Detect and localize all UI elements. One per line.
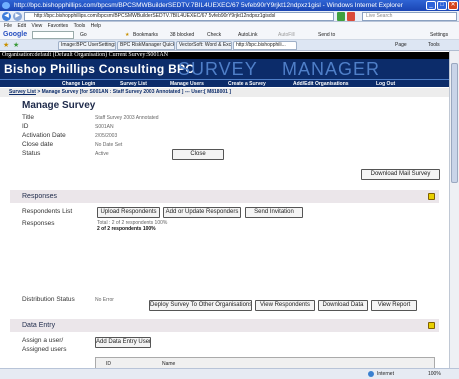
minimize-button[interactable]: _ xyxy=(426,1,436,10)
close-survey-button[interactable]: Close xyxy=(172,149,224,160)
field-label-title: Title xyxy=(22,114,35,121)
nav-log-out[interactable]: Log Out xyxy=(376,80,395,88)
logo-survey: SURVEY xyxy=(178,59,258,79)
tab-vectorsoft[interactable]: VectorSoft: Word & Excel... xyxy=(176,41,232,50)
tab-bpc-current[interactable]: http://bpc.bishopphili... xyxy=(233,41,297,50)
security-zone: Internet xyxy=(377,371,394,377)
field-value-activation: 2/05/2003 xyxy=(95,133,118,139)
nav-survey-list[interactable]: Survey List xyxy=(120,80,147,88)
send-to-button[interactable]: Send to xyxy=(318,30,335,39)
tools-menu[interactable]: Tools xyxy=(428,40,440,50)
download-data-button[interactable]: Download Data xyxy=(318,300,368,311)
respondents-list-label: Respondents List xyxy=(22,208,73,215)
bookmarks-button[interactable]: Bookmarks xyxy=(133,30,158,39)
assigned-users-label: Assigned users xyxy=(22,346,67,353)
nav-change-login[interactable]: Change Login xyxy=(62,80,95,88)
address-toolbar: ◀ ▶ http://bpc.bishopphillips.com/bpcsm/… xyxy=(0,11,459,22)
field-value-status: Active xyxy=(95,151,109,157)
window-title-bar: http://bpc.bishopphillips.com/bpcsm/BPCS… xyxy=(0,0,459,11)
field-label-status: Status xyxy=(22,150,41,157)
google-go-button[interactable]: Go xyxy=(80,30,87,39)
live-search-input[interactable]: Live Search xyxy=(362,12,457,21)
view-report-button[interactable]: View Report xyxy=(371,300,417,311)
window-title: http://bpc.bishopphillips.com/bpcsm/BPCS… xyxy=(14,2,403,9)
google-toolbar: Google Go ★ Bookmarks 38 blocked Check A… xyxy=(0,30,459,40)
go-arrow-icon[interactable] xyxy=(337,12,345,21)
menu-favorites[interactable]: Favorites xyxy=(48,23,69,29)
brand-name: Bishop Phillips Consulting BPC xyxy=(4,62,195,76)
back-button[interactable]: ◀ xyxy=(2,12,11,21)
nav-organisations[interactable]: Add/Edit Organisations xyxy=(293,80,349,88)
view-respondents-button[interactable]: View Respondents xyxy=(255,300,315,311)
page-scrollbar[interactable] xyxy=(449,51,459,368)
upload-respondents-button[interactable]: Upload Respondents xyxy=(97,207,160,218)
tab-image-bpc[interactable]: Image:BPC UserSettings ... xyxy=(58,41,116,50)
field-label-id: ID xyxy=(22,123,29,130)
menu-bar: File Edit View Favorites Tools Help xyxy=(0,22,459,30)
page-title: Manage Survey xyxy=(22,100,96,111)
add-update-respondents-button[interactable]: Add or Update Responders xyxy=(163,207,241,218)
data-entry-section-title: Data Entry xyxy=(22,322,56,329)
popup-blocked-button[interactable]: 38 blocked xyxy=(170,30,194,39)
page-menu[interactable]: Page xyxy=(395,40,407,50)
forward-button[interactable]: ▶ xyxy=(13,12,22,21)
field-value-title: Staff Survey 2003 Annotated xyxy=(95,115,159,121)
send-invitation-button[interactable]: Send Invitation xyxy=(245,207,303,218)
field-label-activation: Activation Date xyxy=(22,132,66,139)
stop-icon[interactable] xyxy=(347,12,355,21)
google-logo: Google xyxy=(3,31,28,38)
maximize-button[interactable]: □ xyxy=(437,1,447,10)
add-favorite-icon[interactable]: ★ xyxy=(13,40,19,50)
star-icon: ★ xyxy=(125,32,130,38)
breadcrumb-rest: > Manage Survey [for S001AN : Staff Surv… xyxy=(35,89,231,95)
globe-icon xyxy=(368,371,374,377)
responses-help-icon[interactable] xyxy=(428,193,435,200)
favorites-star-icon[interactable]: ★ xyxy=(3,40,9,50)
breadcrumb: Survey List > Manage Survey [for S001AN … xyxy=(0,88,459,97)
responses-summary: Total : 2 of 2 respondents 100% 2 of 2 r… xyxy=(97,220,167,232)
check-button[interactable]: Check xyxy=(207,30,221,39)
menu-view[interactable]: View xyxy=(31,23,42,29)
nav-create-survey[interactable]: Create a Survey xyxy=(228,80,266,88)
autolink-button[interactable]: AutoLink xyxy=(238,30,257,39)
close-window-button[interactable]: ✕ xyxy=(448,1,458,10)
menu-tools[interactable]: Tools xyxy=(74,23,86,29)
responses-section-title: Responses xyxy=(22,193,58,200)
address-input[interactable]: http://bpc.bishopphillips.com/bpcsm/BPCS… xyxy=(24,12,334,21)
zoom-level[interactable]: 100% xyxy=(428,369,441,379)
breadcrumb-survey-list-link[interactable]: Survey List xyxy=(9,89,36,95)
settings-button[interactable]: Settings xyxy=(430,30,448,39)
ie-logo-icon xyxy=(2,2,10,9)
organisation-line: Organisation:default (Default Organisati… xyxy=(0,52,459,59)
responses-label: Responses xyxy=(22,220,55,227)
nav-manage-users[interactable]: Manage Users xyxy=(170,80,204,88)
field-label-close: Close date xyxy=(22,141,54,148)
table-header-name: Name xyxy=(162,361,176,367)
menu-edit[interactable]: Edit xyxy=(17,23,26,29)
menu-file[interactable]: File xyxy=(4,23,12,29)
tab-bpc-riskmanager[interactable]: BPC RiskManager Quick H... xyxy=(117,41,175,50)
logo-manager: MANAGER xyxy=(282,59,381,79)
responses-section-header: Responses xyxy=(10,190,439,203)
deploy-survey-button[interactable]: Deploy Survey To Other Organisations xyxy=(149,300,252,311)
field-value-id: S001AN xyxy=(95,124,114,130)
field-value-close: No Date Set xyxy=(95,142,123,148)
add-data-entry-user-button[interactable]: Add Data Entry User xyxy=(95,337,151,348)
assign-user-label: Assign a user/ xyxy=(22,337,64,344)
tab-bar: ★ ★ Image:BPC UserSettings ... BPC RiskM… xyxy=(0,40,459,51)
distribution-status-value: No Error xyxy=(95,297,114,303)
table-header-id: ID xyxy=(106,361,111,367)
autofill-button[interactable]: AutoFill xyxy=(278,30,295,39)
banner: Bishop Phillips Consulting BPC SURVEY MA… xyxy=(0,59,459,79)
distribution-status-label: Distribution Status xyxy=(22,296,75,303)
menu-help[interactable]: Help xyxy=(91,23,101,29)
status-bar: Internet 100% xyxy=(0,368,459,379)
site-nav: Change Login Survey List Manage Users Cr… xyxy=(0,79,459,87)
scrollbar-thumb[interactable] xyxy=(451,63,458,183)
responses-detail: 2 of 2 respondents 100% xyxy=(97,226,156,232)
data-entry-help-icon[interactable] xyxy=(428,322,435,329)
data-entry-section-header: Data Entry xyxy=(10,319,439,332)
download-mail-survey-button[interactable]: Download Mail Survey xyxy=(361,169,440,180)
